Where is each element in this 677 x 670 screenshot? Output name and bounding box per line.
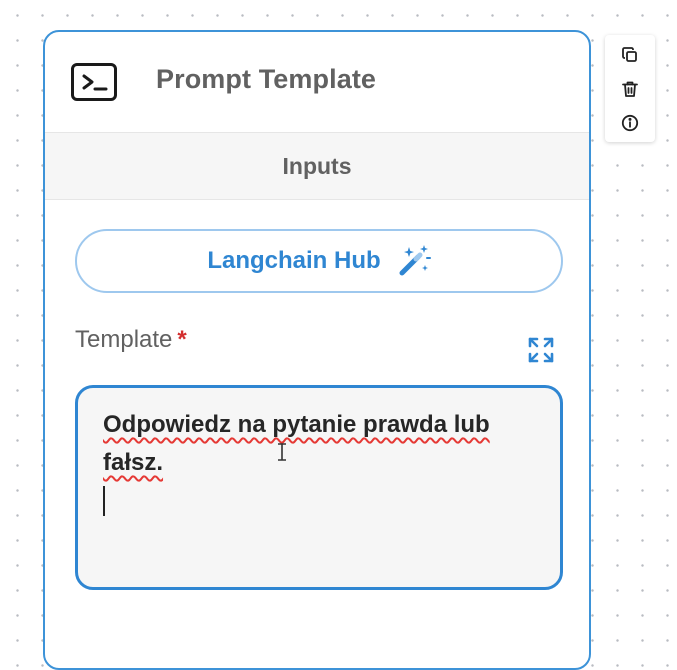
section-label: Inputs (282, 152, 352, 179)
node-title: Prompt Template (156, 64, 377, 94)
terminal-icon (71, 63, 117, 101)
template-line-1: Odpowiedz na pytanie prawda lub (103, 411, 490, 438)
copy-icon[interactable] (618, 43, 642, 67)
node-toolbar (605, 35, 655, 142)
node-header: Prompt Template (45, 32, 589, 132)
template-line-2: fałsz. (103, 449, 164, 476)
hub-button-label: Langchain Hub (207, 247, 381, 274)
magic-wand-icon (399, 245, 431, 276)
template-textarea[interactable]: Odpowiedz na pytanie prawda lub fałsz. (75, 385, 563, 590)
required-marker: * (177, 326, 187, 353)
template-label-text: Template (75, 326, 173, 353)
info-icon[interactable] (618, 111, 642, 135)
inputs-section-header: Inputs (45, 132, 589, 200)
trash-icon[interactable] (618, 77, 642, 101)
expand-icon[interactable] (527, 336, 555, 364)
text-caret (103, 486, 105, 516)
template-label: Template * (75, 326, 187, 354)
prompt-template-node[interactable]: Prompt Template Inputs Langchain Hub Tem… (43, 30, 591, 670)
ibeam-cursor-icon (278, 443, 286, 461)
langchain-hub-button[interactable]: Langchain Hub (75, 229, 563, 293)
